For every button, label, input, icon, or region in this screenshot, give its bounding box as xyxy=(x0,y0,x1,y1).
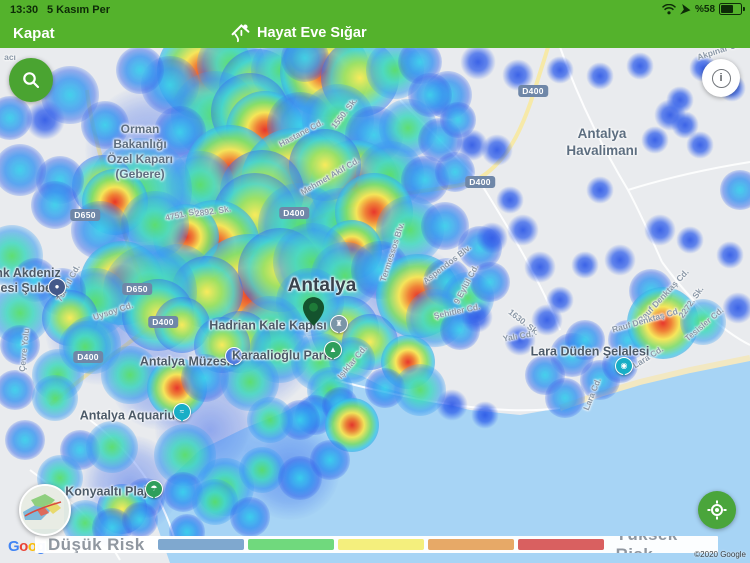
map-preview-thumbnail[interactable] xyxy=(19,484,71,536)
map-copyright: ©2020 Google xyxy=(694,550,746,559)
legend-color-segment xyxy=(158,539,244,550)
app-title: Hayat Eve Sığar xyxy=(257,25,367,41)
waterfall-pin[interactable]: ◉ xyxy=(615,357,633,375)
aquarium-pin[interactable]: ≈ xyxy=(173,403,191,421)
beach-pin[interactable]: ☂ xyxy=(145,480,163,498)
battery-percent: %58 xyxy=(695,4,715,15)
legend-color-segment xyxy=(248,539,334,550)
search-button[interactable] xyxy=(9,58,53,102)
google-logo-letter: G xyxy=(8,538,19,555)
battery-icon xyxy=(719,3,742,15)
risk-legend: Düşük Risk Yüksek Risk xyxy=(35,536,718,553)
search-icon xyxy=(21,70,41,90)
wifi-icon xyxy=(662,4,676,15)
close-button[interactable]: Kapat xyxy=(13,25,55,42)
bank-pin[interactable]: ● xyxy=(48,278,66,296)
status-bar: 13:30 5 Kasım Per %58 xyxy=(0,0,750,22)
park-pin[interactable]: ▲ xyxy=(324,341,342,359)
thumbnail-minimap xyxy=(21,486,64,529)
legend-color-segment xyxy=(338,539,424,550)
status-date: 5 Kasım Per xyxy=(47,4,110,16)
my-location-button[interactable] xyxy=(698,491,736,529)
legend-color-segment xyxy=(518,539,604,550)
location-arrow-icon xyxy=(680,4,691,15)
museum-pin[interactable]: Ⅲ xyxy=(225,347,243,365)
my-location-icon xyxy=(707,500,727,520)
top-bar: 13:30 5 Kasım Per %58 Kapat xyxy=(0,0,750,48)
info-icon: i xyxy=(712,69,731,88)
selected-place-marker[interactable] xyxy=(302,296,325,327)
legend-color-segment xyxy=(428,539,514,550)
info-button[interactable]: i xyxy=(702,59,740,97)
app-header: Hayat Eve Sığar xyxy=(230,22,367,43)
map-base-tiles xyxy=(0,0,750,563)
legend-low-label: Düşük Risk xyxy=(35,536,158,553)
map-canvas[interactable]: acıAkpınar Cd.Hastane Cd.1550. Sk.Mehmet… xyxy=(0,0,750,563)
status-time: 13:30 xyxy=(10,4,38,16)
google-logo-letter: o xyxy=(19,538,28,555)
hes-app-screen: acıAkpınar Cd.Hastane Cd.1550. Sk.Mehmet… xyxy=(0,0,750,563)
hes-logo-icon xyxy=(230,22,251,43)
castle-pin[interactable]: ♜ xyxy=(330,315,348,333)
legend-gradient-bar xyxy=(158,539,604,550)
